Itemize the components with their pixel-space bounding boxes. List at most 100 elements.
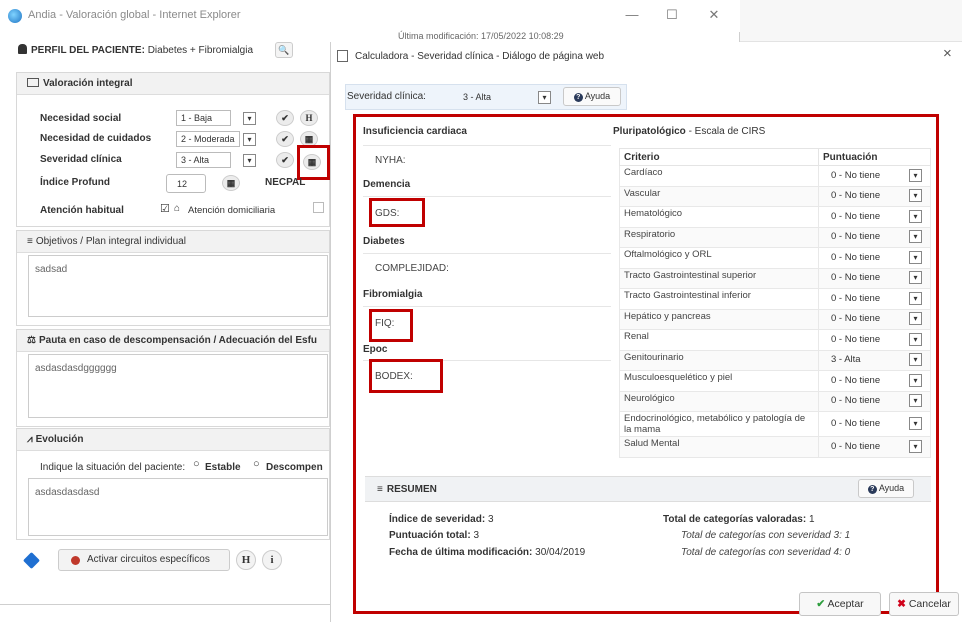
chevron-down-icon[interactable]: ▾ [909, 271, 922, 285]
table-row: Genitourinario 3 - Alta ▾ [619, 349, 931, 371]
check-icon[interactable]: ✔ [276, 152, 294, 168]
severidad-label: Severidad clínica: [347, 91, 426, 102]
puntuacion-select[interactable]: 0 - No tiene ▾ [823, 332, 926, 348]
puntuacion-select[interactable]: 0 - No tiene ▾ [823, 229, 926, 245]
puntuacion-value: 0 - No tiene [831, 374, 881, 386]
criterio-cell: Genitourinario [619, 349, 819, 371]
chevron-down-icon[interactable]: ▾ [243, 154, 256, 167]
puntuacion-select[interactable]: 3 - Alta ▾ [823, 352, 926, 368]
separator [363, 253, 611, 254]
puntuacion-value: 0 - No tiene [831, 251, 881, 263]
table-row: Renal 0 - No tiene ▾ [619, 329, 931, 351]
profile-label: PERFIL DEL PACIENTE: [31, 45, 145, 56]
ayuda-label: Ayuda [584, 91, 611, 101]
resumen-ayuda-button[interactable]: ? Ayuda [858, 479, 914, 498]
pauta-title: Pauta en caso de descompensación / Adecu… [38, 335, 318, 346]
radio-descompen[interactable]: ○ [253, 458, 260, 470]
chevron-down-icon[interactable]: ▾ [909, 394, 922, 408]
evolucion-title: Evolución [35, 434, 84, 445]
person-icon [18, 44, 27, 54]
puntuacion-cell: 0 - No tiene ▾ [818, 390, 931, 412]
separator [363, 306, 611, 307]
ayuda-button[interactable]: ? Ayuda [563, 87, 621, 106]
puntuacion-select[interactable]: 0 - No tiene ▾ [823, 209, 926, 225]
resumen-title-text: RESUMEN [386, 484, 437, 495]
puntuacion-select[interactable]: 0 - No tiene ▾ [823, 311, 926, 327]
puntuacion-select[interactable]: 0 - No tiene ▾ [823, 168, 926, 184]
evolucion-textarea[interactable]: asdasdasdasd [28, 478, 328, 536]
nyha-field[interactable]: NYHA: [375, 155, 406, 166]
check-icon[interactable]: ✔ [276, 131, 294, 147]
puntuacion-value: 0 - No tiene [831, 231, 881, 243]
categorias-sev4: Total de categorías con severidad 4: 0 [681, 547, 851, 558]
check-icon[interactable]: ✔ [276, 110, 294, 126]
severidad-select[interactable]: 3 - Alta [459, 89, 525, 105]
info-button[interactable]: i [262, 550, 282, 570]
chevron-down-icon[interactable]: ▾ [538, 91, 551, 104]
calculator-icon[interactable]: ▦ [222, 175, 240, 191]
chevron-down-icon[interactable]: ▾ [909, 189, 922, 203]
minimize-button[interactable]: — [612, 4, 652, 26]
puntuacion-cell: 0 - No tiene ▾ [818, 411, 931, 437]
close-window-button[interactable]: ✕ [694, 4, 734, 26]
chevron-down-icon[interactable]: ▾ [909, 353, 922, 367]
valoracion-panel: Valoración integral [16, 72, 330, 227]
chevron-down-icon[interactable]: ▾ [909, 291, 922, 305]
h-button[interactable]: H [236, 550, 256, 570]
descompen-label: Descompen [266, 462, 323, 473]
puntuacion-cell: 0 - No tiene ▾ [818, 185, 931, 207]
close-icon[interactable]: × [943, 45, 952, 62]
checkbox[interactable] [313, 202, 324, 213]
calculator-dialog: Calculadora - Severidad clínica - Diálog… [330, 42, 962, 622]
evolucion-prompt: Indique la situación del paciente: [40, 462, 186, 473]
chevron-down-icon[interactable]: ▾ [909, 230, 922, 244]
atencion-domiciliaria: Atención domiciliaria [188, 205, 276, 216]
indice-profund-value: 12 [166, 174, 206, 193]
puntuacion-select[interactable]: 0 - No tiene ▾ [823, 416, 926, 432]
maximize-button[interactable]: ☐ [652, 4, 692, 26]
h-button[interactable]: H [300, 110, 318, 126]
last-modified: Última modificación: 17/05/2022 10:08:29 [398, 31, 564, 41]
chevron-down-icon[interactable]: ▾ [909, 312, 922, 326]
chevron-down-icon[interactable]: ▾ [909, 209, 922, 223]
objetivos-textarea[interactable]: sadsad [28, 255, 328, 317]
severidad-clinica-select[interactable]: 3 - Alta [176, 152, 231, 168]
chevron-down-icon[interactable]: ▾ [909, 417, 922, 430]
puntuacion-select[interactable]: 0 - No tiene ▾ [823, 250, 926, 266]
gds-highlight [369, 198, 425, 227]
chevron-down-icon[interactable]: ▾ [243, 133, 256, 146]
chevron-down-icon[interactable]: ▾ [909, 168, 922, 182]
search-icon[interactable]: 🔍 [275, 42, 293, 58]
pauta-textarea[interactable]: asdasdasdgggggg [28, 354, 328, 418]
cancelar-button[interactable]: ✖ Cancelar [889, 592, 959, 616]
puntuacion-select[interactable]: 0 - No tiene ▾ [823, 188, 926, 204]
puntuacion-value: 0 - No tiene [831, 313, 881, 325]
complejidad-field[interactable]: COMPLEJIDAD: [375, 263, 449, 274]
necesidad-social-select[interactable]: 1 - Baja [176, 110, 231, 126]
chevron-down-icon[interactable]: ▾ [243, 112, 256, 125]
table-row: Hematológico 0 - No tiene ▾ [619, 206, 931, 228]
chevron-down-icon[interactable]: ▾ [909, 332, 922, 346]
chevron-down-icon[interactable]: ▾ [909, 439, 922, 453]
puntuacion-select[interactable]: 0 - No tiene ▾ [823, 373, 926, 389]
criterio-cell: Endocrinológico, metabólico y patología … [619, 411, 819, 437]
puntuacion-select[interactable]: 0 - No tiene ▾ [823, 393, 926, 409]
puntuacion-select[interactable]: 0 - No tiene ▾ [823, 291, 926, 307]
fiq-highlight [369, 309, 413, 342]
fecha-value: 30/04/2019 [535, 547, 586, 558]
pluripatologico-title: Pluripatológico [613, 126, 686, 137]
necesidad-cuidados-select[interactable]: 2 - Moderada [176, 131, 240, 147]
puntuacion-select[interactable]: 0 - No tiene ▾ [823, 270, 926, 286]
criterio-cell: Hematológico [619, 206, 819, 228]
aceptar-button[interactable]: ✔ Aceptar [799, 592, 881, 616]
criterio-cell: Renal [619, 329, 819, 351]
puntuacion-select[interactable]: 0 - No tiene ▾ [823, 439, 926, 455]
radio-estable[interactable]: ○ [193, 458, 200, 470]
puntuacion-cell: 0 - No tiene ▾ [818, 226, 931, 248]
checkbox-checked[interactable]: ☑ [160, 202, 170, 215]
puntuacion-value: 0 - No tiene [831, 395, 881, 407]
chevron-down-icon[interactable]: ▾ [909, 373, 922, 387]
chevron-down-icon[interactable]: ▾ [909, 250, 922, 264]
activar-circuitos-button[interactable]: Activar circuitos específicos [58, 549, 230, 571]
calculator-highlight [297, 145, 330, 180]
